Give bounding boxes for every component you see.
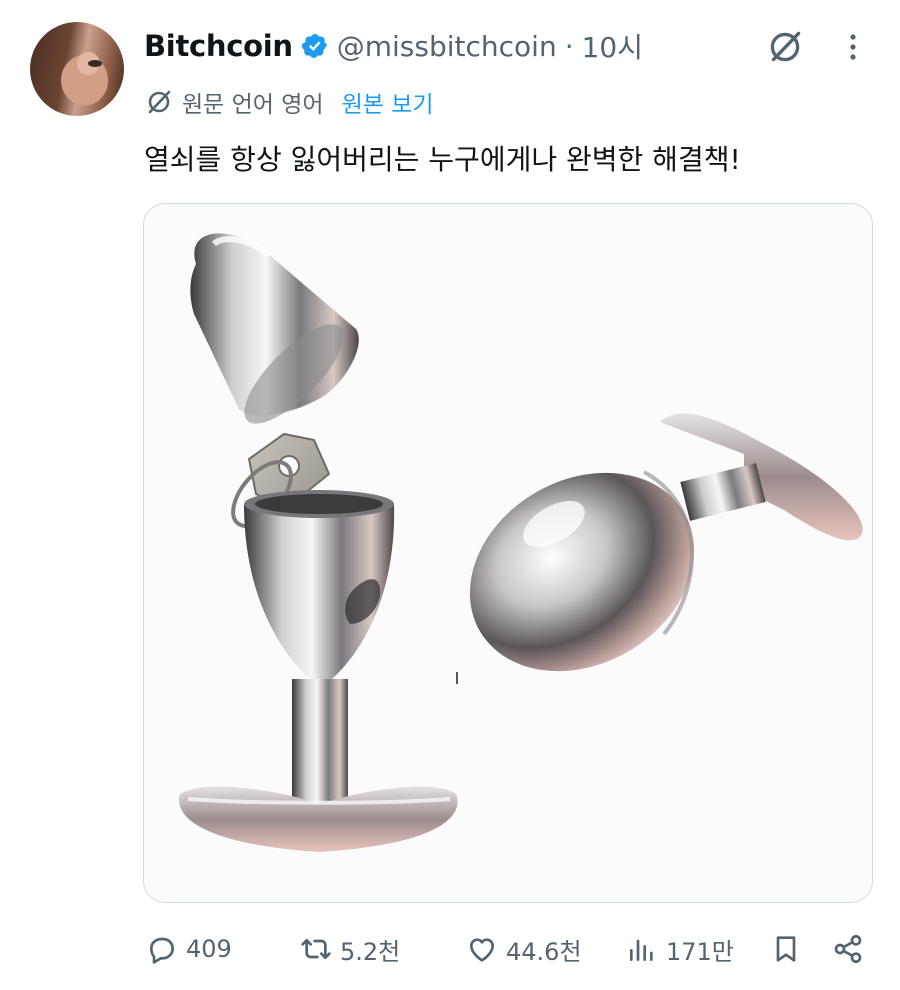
show-original-link[interactable]: 원본 보기: [342, 85, 434, 119]
repost-icon: [301, 939, 331, 959]
tweet-header: Bitchcoin @missbitchcoin · 10시: [144, 26, 643, 66]
translation-label: 원문 언어 영어: [182, 92, 324, 118]
share-icon: [834, 935, 862, 963]
avatar[interactable]: [30, 22, 124, 116]
tweet-media-image[interactable]: [143, 203, 873, 903]
heart-icon: [470, 938, 494, 962]
bookmark-icon: [776, 936, 796, 962]
tweet-text: 열쇠를 항상 잃어버리는 누구에게나 완벽한 해결책!: [144, 143, 741, 176]
product-photo: [144, 204, 872, 902]
repost-button[interactable]: 5.2천: [300, 924, 400, 974]
grok-icon[interactable]: [764, 26, 806, 68]
views-chart-icon: [630, 939, 653, 961]
separator-dot: ·: [564, 29, 574, 63]
like-count: 44.6천: [506, 937, 582, 966]
share-button[interactable]: [832, 924, 864, 974]
translation-bar: 원문 언어 영어 원본 보기: [144, 84, 434, 120]
views-count: 171만: [666, 937, 734, 966]
views-button[interactable]: 171만: [626, 924, 734, 974]
user-handle[interactable]: @missbitchcoin: [337, 30, 557, 63]
display-name[interactable]: Bitchcoin: [144, 29, 293, 63]
repost-count: 5.2천: [340, 937, 401, 966]
reply-count: 409: [186, 935, 232, 963]
bookmark-button[interactable]: [770, 924, 802, 974]
more-vertical-icon[interactable]: [834, 28, 872, 66]
verified-badge-icon: [301, 34, 327, 58]
like-button[interactable]: 44.6천: [466, 924, 582, 974]
reply-icon: [150, 937, 174, 964]
avatar-eye: [88, 60, 102, 67]
tweet-actions-bar: 409 5.2천 44.6천 171만: [0, 924, 900, 974]
translate-globe-icon: [148, 90, 171, 114]
tweet-time[interactable]: 10시: [582, 26, 643, 66]
reply-button[interactable]: 409: [146, 924, 232, 974]
